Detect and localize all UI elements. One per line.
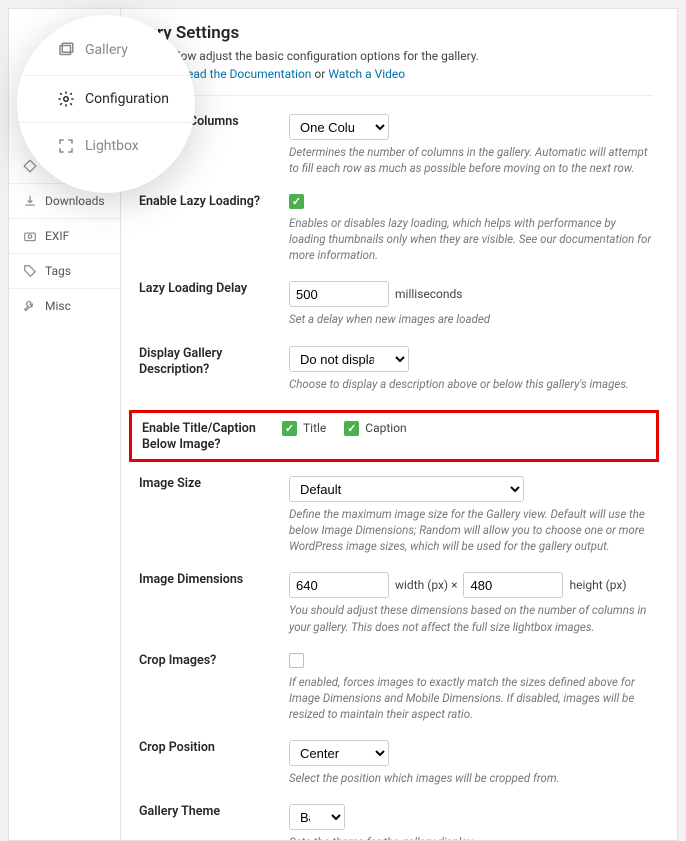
label-gallery-theme: Gallery Theme [139,804,289,840]
help-links: e help? Read the Documentation or Watch … [139,67,653,96]
zoom-item-lightbox[interactable]: Lightbox [17,123,195,169]
zoom-item-configuration[interactable]: Configuration [17,76,195,123]
sidebar-item-tags[interactable]: Tags [9,254,120,289]
hint-imgsize: Define the maximum image size for the Ga… [289,506,653,554]
gallery-columns-select[interactable]: One Column (1) [289,114,389,140]
hint-theme: Sets the theme for the gallery display. [289,834,653,840]
gallery-theme-select[interactable]: Base [289,804,345,830]
sidebar-label: Tags [45,264,71,278]
label-title-caption: Enable Title/Caption Below Image? [142,421,282,454]
zoom-bubble: Gallery Configuration Lightbox [17,15,195,193]
lazy-loading-checkbox[interactable] [289,194,304,209]
hint-columns: Determines the number of columns in the … [289,144,653,176]
hint-crop: If enabled, forces images to exactly mat… [289,674,653,722]
height-input[interactable] [463,572,563,598]
images-icon [57,41,75,59]
video-link[interactable]: Watch a Video [328,67,405,81]
image-size-select[interactable]: Default [289,476,524,502]
sidebar-label: Downloads [45,194,105,208]
tag-icon [23,264,37,278]
sidebar-item-misc[interactable]: Misc [9,289,120,323]
hint-dims: You should adjust these dimensions based… [289,602,653,634]
title-caption-highlight: Enable Title/Caption Below Image? Title … [129,410,659,463]
gear-icon [57,90,75,108]
camera-icon [23,229,37,243]
sidebar-label: EXIF [45,229,69,243]
crop-position-select[interactable]: Center [289,740,389,766]
settings-panel: llery Settings ings below adjust the bas… [121,9,677,840]
diamond-icon [23,159,37,173]
label-display-desc: Display Gallery Description? [139,346,289,392]
display-desc-select[interactable]: Do not display [289,346,409,372]
label-image-size: Image Size [139,476,289,554]
label-crop-position: Crop Position [139,740,289,786]
label-lazy-loading: Enable Lazy Loading? [139,194,289,263]
doc-link[interactable]: Read the Documentation [180,67,312,81]
width-input[interactable] [289,572,389,598]
label-dimensions: Image Dimensions [139,572,289,634]
label-crop-images: Crop Images? [139,653,289,722]
lazy-delay-input[interactable] [289,281,389,307]
wrench-icon [23,299,37,313]
page-subtitle: ings below adjust the basic configuratio… [139,49,653,63]
hint-desc: Choose to display a description above or… [289,376,653,392]
sidebar-item-exif[interactable]: EXIF [9,219,120,254]
label-lazy-delay: Lazy Loading Delay [139,281,289,327]
sidebar-label: Misc [45,299,71,313]
hint-lazy-delay: Set a delay when new images are loaded [289,311,653,327]
crop-images-checkbox[interactable] [289,653,304,668]
expand-icon [57,137,75,155]
hint-lazy: Enables or disables lazy loading, which … [289,215,653,263]
download-icon [23,194,37,208]
hint-crop-pos: Select the position which images will be… [289,770,653,786]
caption-checkbox[interactable] [344,421,359,436]
title-checkbox[interactable] [282,421,297,436]
page-title: llery Settings [139,23,653,43]
